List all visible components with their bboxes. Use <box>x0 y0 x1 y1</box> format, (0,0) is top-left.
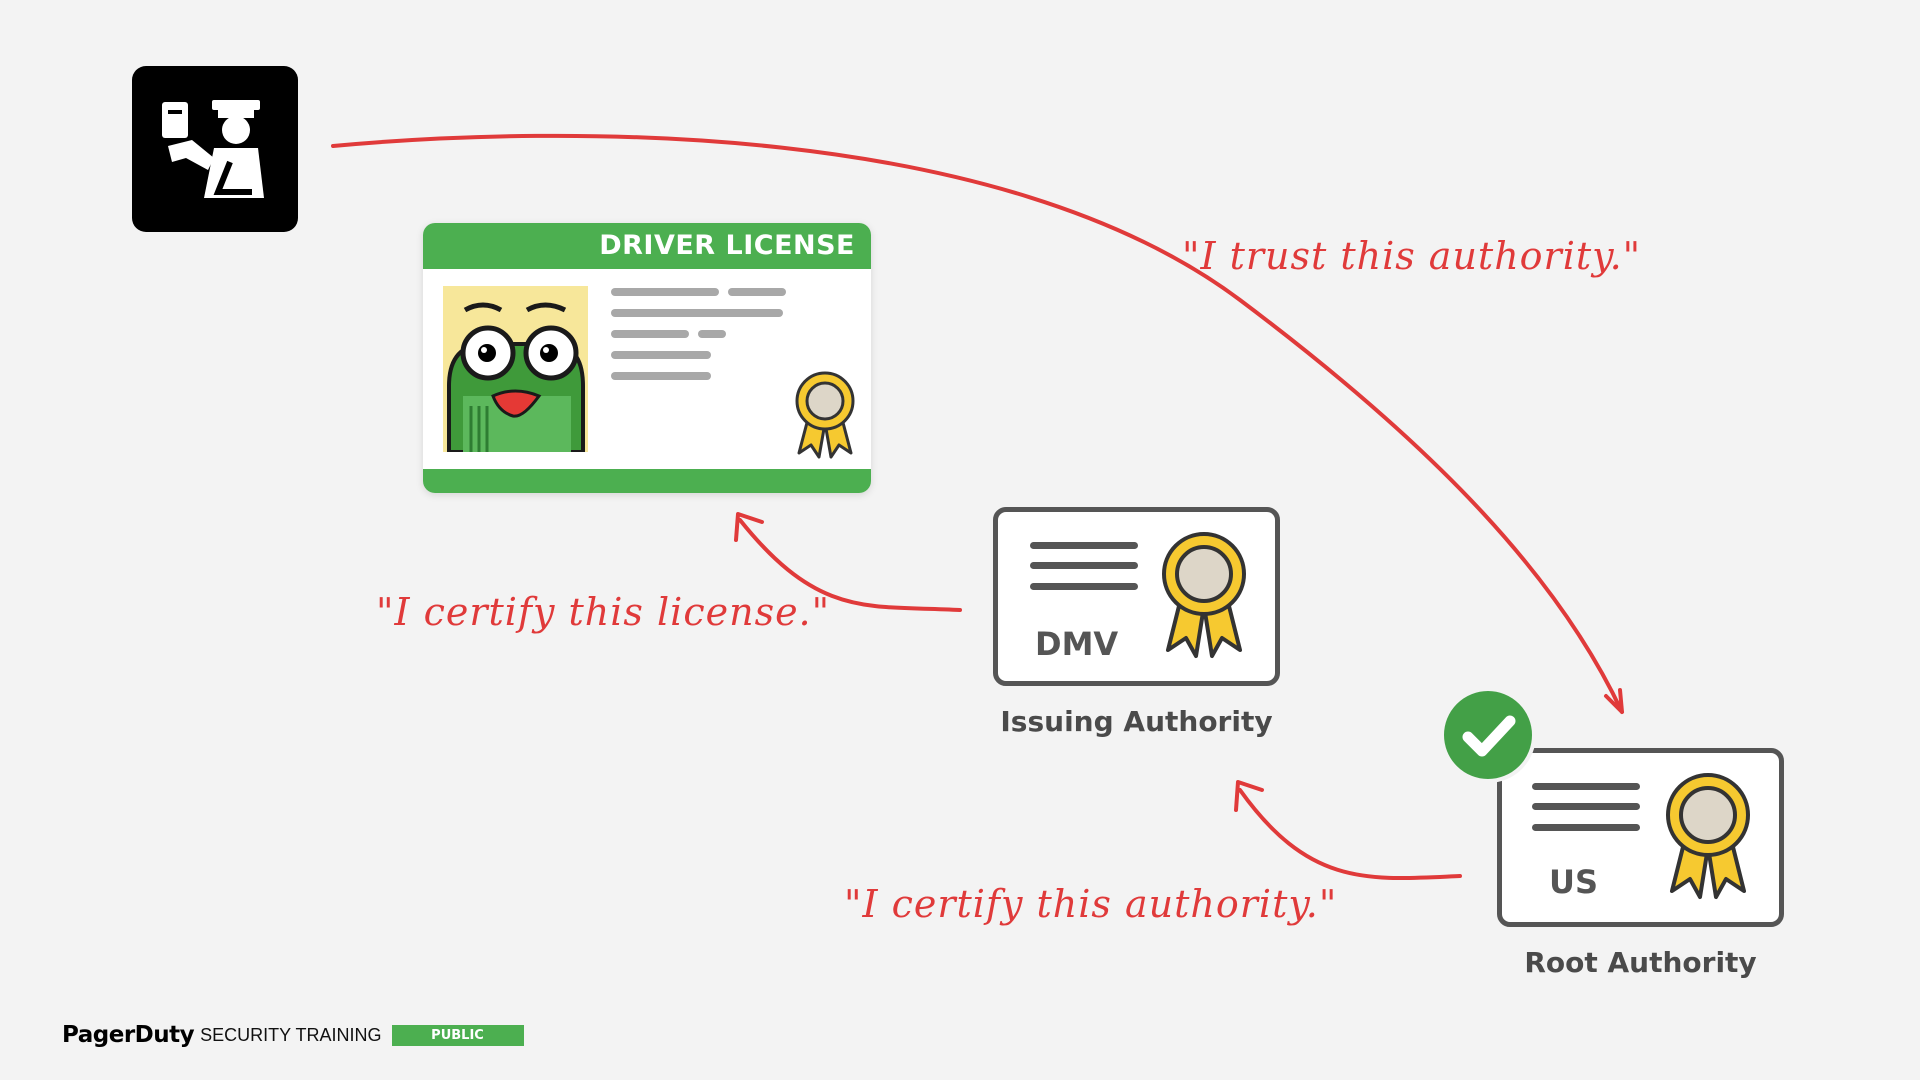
certify-license-arrowhead <box>734 512 764 542</box>
certificate-text-line <box>1030 562 1138 569</box>
license-text-line <box>728 288 786 296</box>
license-text-line <box>611 351 711 359</box>
certificate-text-line <box>1532 783 1640 790</box>
issuing-cert-label: DMV <box>1035 625 1119 663</box>
license-text-line <box>611 372 711 380</box>
certificate-text-line <box>1030 583 1138 590</box>
certificate-text-line <box>1030 542 1138 549</box>
root-authority-certificate: US <box>1497 748 1784 927</box>
award-ribbon-icon <box>1662 769 1754 901</box>
award-ribbon-icon <box>1158 528 1250 660</box>
classification-badge: PUBLIC <box>391 1024 524 1046</box>
certify-license-note: "I certify this license." <box>376 590 831 634</box>
certificate-text-line <box>1532 824 1640 831</box>
frog-mascot-photo <box>443 286 588 454</box>
certify-authority-arrow <box>1238 788 1462 881</box>
trusted-check-badge <box>1440 687 1536 783</box>
award-ribbon-icon <box>793 369 857 459</box>
checkmark-icon <box>1462 715 1516 757</box>
footer-subtitle: SECURITY TRAINING <box>200 1024 382 1045</box>
issuing-authority-certificate: DMV <box>993 507 1280 686</box>
license-text-line <box>611 288 719 296</box>
passport-control-officer-icon <box>132 66 298 232</box>
footer: PagerDuty SECURITY TRAINING PUBLIC <box>62 1020 524 1050</box>
license-text-line <box>698 330 726 338</box>
driver-license-card: DRIVER LICENSE <box>423 223 871 493</box>
license-footer-bar <box>423 469 871 493</box>
license-text-line <box>611 309 783 317</box>
license-title: DRIVER LICENSE <box>599 230 855 261</box>
root-authority-caption: Root Authority <box>1524 946 1757 979</box>
issuing-authority-caption: Issuing Authority <box>1000 705 1273 738</box>
root-cert-label: US <box>1549 863 1599 901</box>
certificate-text-line <box>1532 803 1640 810</box>
certify-authority-arrowhead <box>1234 780 1264 812</box>
brand-logo-text: PagerDuty <box>62 1022 195 1048</box>
certify-authority-note: "I certify this authority." <box>844 882 1338 926</box>
trust-note: "I trust this authority." <box>1182 234 1642 278</box>
license-text-line <box>611 330 689 338</box>
